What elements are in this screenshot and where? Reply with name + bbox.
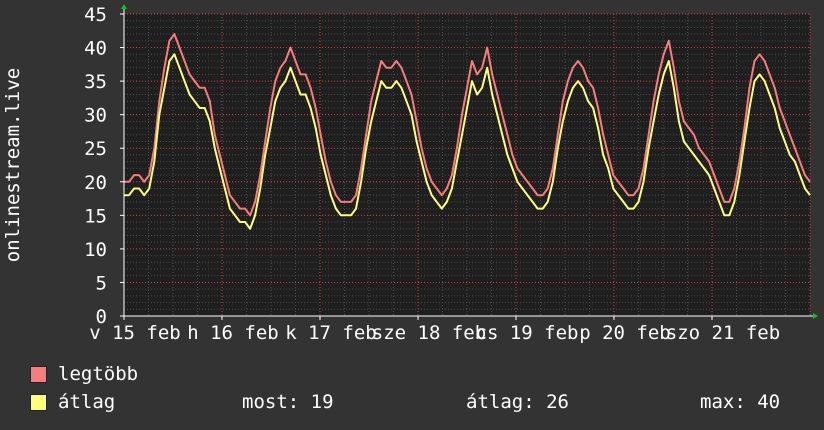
x-tick-label: p 20 feb (579, 322, 671, 344)
legend-avg-swatch (30, 393, 47, 411)
x-tick-label: cs 19 feb (476, 322, 579, 344)
y-tick-labels: 051015202530354045 (84, 4, 107, 328)
x-tick-labels: v 15 feb h 16 feb k 17 febsze 18 febcs 19 … (89, 322, 780, 344)
stat-current: most: 19 (242, 391, 334, 413)
x-tick-label: v 15 feb (89, 322, 181, 344)
y-tick-label: 15 (84, 205, 107, 227)
legend-max-swatch (30, 365, 47, 383)
y-tick-label: 45 (84, 4, 107, 26)
x-tick-label: sze 18 feb (372, 322, 486, 344)
y-tick-label: 40 (84, 38, 107, 60)
legend-avg-label: átlag (58, 391, 116, 413)
y-tick-label: 5 (96, 272, 107, 294)
x-tick-label: szo 21 feb (666, 322, 780, 344)
y-axis-label: onlinestream.live (2, 68, 24, 262)
y-tick-label: 10 (84, 239, 107, 261)
x-tick-label: k 17 feb (285, 322, 377, 344)
legend-max: legtöbb (30, 362, 138, 386)
y-tick-label: 35 (84, 71, 107, 93)
legend-avg: átlag (30, 390, 115, 414)
x-tick-label: h 16 feb (187, 322, 279, 344)
x-axis-arrow (813, 313, 818, 319)
y-axis-arrow (121, 4, 127, 9)
legend-max-label: legtöbb (58, 363, 139, 385)
y-tick-label: 30 (84, 105, 107, 127)
stat-maximum: max: 40 (700, 391, 781, 413)
y-tick-label: 25 (84, 138, 107, 160)
y-tick-label: 20 (84, 172, 107, 194)
stat-average: átlag: 26 (466, 391, 569, 413)
